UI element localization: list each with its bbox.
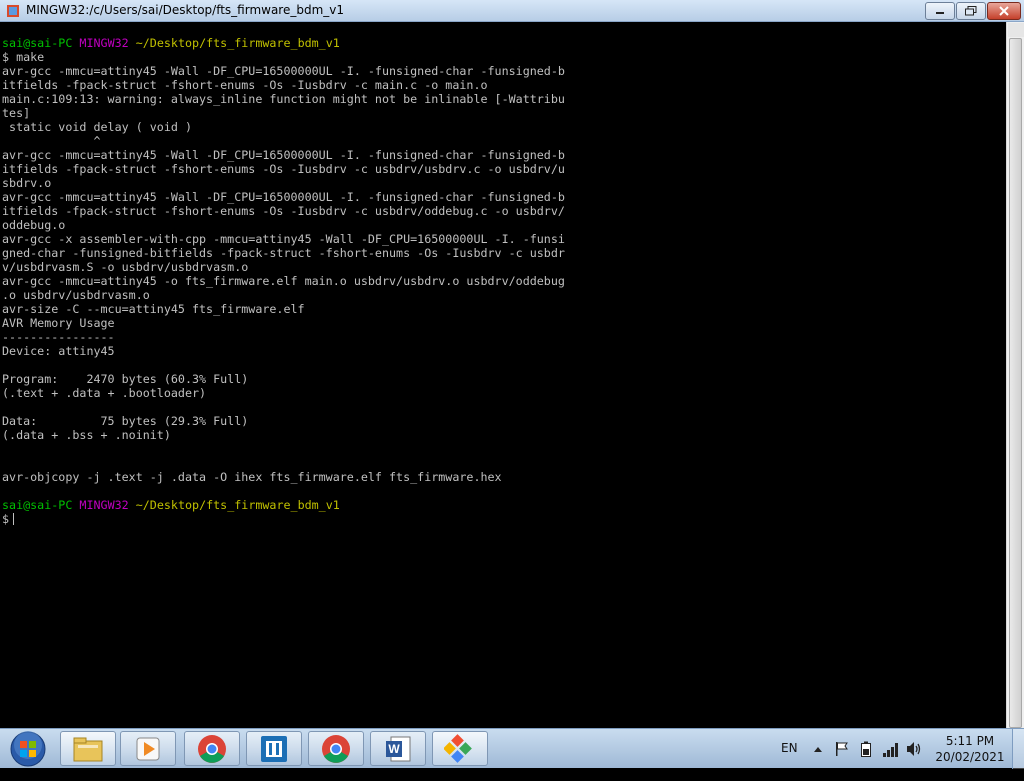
- chrome-icon: [198, 734, 226, 763]
- text-cursor: [13, 513, 15, 525]
- chrome-icon: [322, 734, 350, 763]
- mingw-icon: [7, 5, 19, 17]
- terminal-lines: sai@sai-PC MINGW32 ~/Desktop/fts_firmwar…: [2, 36, 565, 526]
- start-button[interactable]: [4, 730, 52, 768]
- output-line: tes]: [2, 106, 31, 120]
- close-icon: [999, 6, 1009, 16]
- output-line: ----------------: [2, 330, 115, 344]
- language-indicator[interactable]: EN: [781, 741, 798, 781]
- output-line: gned-char -funsigned-bitfields -fpack-st…: [2, 246, 565, 260]
- restore-icon: [965, 6, 977, 16]
- play-icon: [136, 737, 160, 760]
- output-line: Data: 75 bytes (29.3% Full): [2, 414, 249, 428]
- title-bar[interactable]: MINGW32:/c/Users/sai/Desktop/fts_firmwar…: [0, 0, 1024, 22]
- output-line: static void delay ( void ): [2, 120, 192, 134]
- prompt-system: MINGW32: [79, 498, 129, 512]
- show-hidden-icons-icon[interactable]: [813, 745, 823, 753]
- system-clock[interactable]: 5:11 PM 20/02/2021: [930, 733, 1010, 765]
- output-line: itfields -fpack-struct -fshort-enums -Os…: [2, 78, 488, 92]
- vertical-scrollbar[interactable]: [1006, 22, 1024, 728]
- command-output: avr-gcc -mmcu=attiny45 -Wall -DF_CPU=165…: [2, 64, 565, 498]
- clock-time: 5:11 PM: [945, 734, 995, 748]
- show-desktop-button[interactable]: [1012, 729, 1024, 769]
- brackets-icon: [261, 735, 287, 762]
- svg-text:W: W: [388, 742, 400, 756]
- output-line: Program: 2470 bytes (60.3% Full): [2, 372, 249, 386]
- input-prompt: $: [2, 512, 10, 526]
- prompt-system: MINGW32: [79, 36, 129, 50]
- output-line: itfields -fpack-struct -fshort-enums -Os…: [2, 162, 565, 176]
- output-line: avr-objcopy -j .text -j .data -O ihex ft…: [2, 470, 502, 484]
- output-line: main.c:109:13: warning: always_inline fu…: [2, 92, 565, 106]
- taskbar-git[interactable]: [432, 731, 488, 766]
- input-line[interactable]: $: [2, 512, 565, 526]
- output-line: .o usbdrv/usbdrvasm.o: [2, 288, 150, 302]
- command-line: $ make: [2, 50, 45, 64]
- taskbar-explorer[interactable]: [60, 731, 116, 766]
- prompt-line-final: sai@sai-PC MINGW32 ~/Desktop/fts_firmwar…: [2, 498, 565, 512]
- git-icon: [444, 733, 472, 763]
- scroll-up-button[interactable]: [1008, 23, 1024, 37]
- scrollbar-thumb[interactable]: [1009, 38, 1022, 728]
- prompt-user: sai@sai-PC: [2, 498, 73, 512]
- prompt-user: sai@sai-PC: [2, 36, 73, 50]
- taskbar-brackets[interactable]: [246, 731, 302, 766]
- network-signal-icon[interactable]: [882, 741, 900, 757]
- windows-orb-icon: [10, 731, 46, 767]
- word-icon: W: [386, 736, 411, 761]
- output-line: oddebug.o: [2, 218, 66, 232]
- output-line: avr-gcc -x assembler-with-cpp -mmcu=atti…: [2, 232, 565, 246]
- taskbar-chrome-2[interactable]: [308, 731, 364, 766]
- prompt-path: ~/Desktop/fts_firmware_bdm_v1: [135, 498, 340, 512]
- window-title: MINGW32:/c/Users/sai/Desktop/fts_firmwar…: [26, 3, 345, 17]
- terminal-window: MINGW32:/c/Users/sai/Desktop/fts_firmwar…: [0, 0, 1024, 728]
- output-line: (.text + .data + .bootloader): [2, 386, 207, 400]
- action-center-flag-icon[interactable]: [834, 741, 850, 757]
- taskbar: W EN 5:11 PM 20/02/2021: [0, 728, 1024, 769]
- output-line: ^: [2, 134, 101, 148]
- output-line: avr-gcc -mmcu=attiny45 -Wall -DF_CPU=165…: [2, 148, 565, 162]
- output-line: avr-gcc -mmcu=attiny45 -Wall -DF_CPU=165…: [2, 64, 565, 78]
- volume-icon[interactable]: [905, 741, 923, 757]
- taskbar-chrome[interactable]: [184, 731, 240, 766]
- output-line: (.data + .bss + .noinit): [2, 428, 171, 442]
- taskbar-media-player[interactable]: [120, 731, 176, 766]
- minimize-icon: [936, 12, 944, 14]
- terminal-output[interactable]: sai@sai-PC MINGW32 ~/Desktop/fts_firmwar…: [0, 22, 1006, 728]
- close-button[interactable]: [987, 2, 1021, 20]
- folder-icon: [73, 737, 103, 761]
- prompt-path: ~/Desktop/fts_firmware_bdm_v1: [135, 36, 340, 50]
- clock-date: 20/02/2021: [935, 750, 1005, 764]
- output-line: avr-gcc -mmcu=attiny45 -Wall -DF_CPU=165…: [2, 190, 565, 204]
- output-line: avr-size -C --mcu=attiny45 fts_firmware.…: [2, 302, 305, 316]
- output-line: sbdrv.o: [2, 176, 52, 190]
- output-line: avr-gcc -mmcu=attiny45 -o fts_firmware.e…: [2, 274, 565, 288]
- taskbar-word[interactable]: W: [370, 731, 426, 766]
- minimize-button[interactable]: [925, 2, 955, 20]
- output-line: AVR Memory Usage: [2, 316, 115, 330]
- output-line: Device: attiny45: [2, 344, 115, 358]
- battery-icon[interactable]: [860, 741, 872, 757]
- prompt-line: sai@sai-PC MINGW32 ~/Desktop/fts_firmwar…: [2, 36, 565, 50]
- output-line: v/usbdrvasm.S -o usbdrv/usbdrvasm.o: [2, 260, 249, 274]
- restore-button[interactable]: [956, 2, 986, 20]
- output-line: itfields -fpack-struct -fshort-enums -Os…: [2, 204, 565, 218]
